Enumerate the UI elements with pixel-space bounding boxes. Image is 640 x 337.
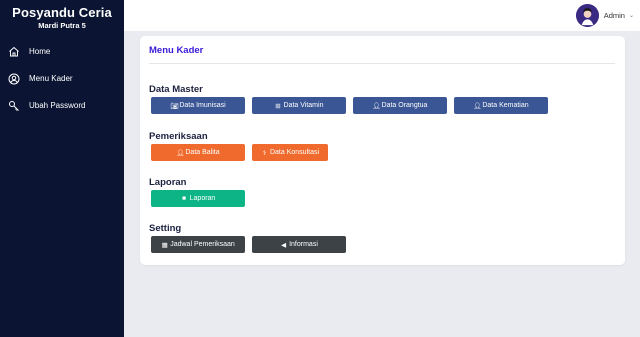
divider xyxy=(149,63,615,64)
laporan-buttons: ■ Laporan xyxy=(151,190,252,207)
home-icon xyxy=(8,46,20,58)
data-orangtua-button[interactable]: 👤︎ Data Orangtua xyxy=(353,97,447,114)
laporan-button[interactable]: ■ Laporan xyxy=(151,190,245,207)
menu-card: Menu Kader Data Master 📷︎ Data Imunisasi… xyxy=(140,36,625,265)
user-plus-icon: 👤︎ xyxy=(372,102,381,110)
sidebar-nav: Home Menu Kader Ubah Password xyxy=(0,38,124,119)
sidebar-item-label: Ubah Password xyxy=(29,101,86,110)
sidebar: Posyandu Ceria Mardi Putra 5 Home Menu K… xyxy=(0,0,124,337)
megaphone-icon: ◀ xyxy=(281,241,287,249)
avatar xyxy=(575,4,599,27)
section-title-data-master: Data Master xyxy=(149,84,203,95)
sidebar-item-label: Home xyxy=(29,47,51,56)
camera-icon: 📷︎ xyxy=(170,102,179,110)
data-konsultasi-button[interactable]: ⚕ Data Konsultasi xyxy=(252,144,328,161)
sidebar-item-label: Menu Kader xyxy=(29,74,73,83)
sidebar-item-menu-kader[interactable]: Menu Kader xyxy=(0,65,124,92)
stethoscope-icon: ⚕ xyxy=(262,149,267,157)
button-label: Laporan xyxy=(189,195,216,202)
section-title-setting: Setting xyxy=(149,223,182,234)
sidebar-item-home[interactable]: Home xyxy=(0,38,124,65)
button-label: Data Balita xyxy=(185,149,220,156)
data-master-buttons: 📷︎ Data Imunisasi ⊞ Data Vitamin 👤︎ Data… xyxy=(151,97,555,114)
topbar: Admin ⌄ xyxy=(124,0,640,31)
section-title-pemeriksaan: Pemeriksaan xyxy=(149,131,208,142)
key-icon xyxy=(8,100,20,112)
data-vitamin-button[interactable]: ⊞ Data Vitamin xyxy=(252,97,346,114)
user-icon: 👤︎ xyxy=(176,149,185,157)
user-circle-icon xyxy=(8,73,20,85)
section-title-laporan: Laporan xyxy=(149,177,187,188)
button-label: Data Imunisasi xyxy=(179,102,226,109)
jadwal-pemeriksaan-button[interactable]: ▦ Jadwal Pemeriksaan xyxy=(151,236,245,253)
brand: Posyandu Ceria Mardi Putra 5 xyxy=(0,0,124,31)
data-imunisasi-button[interactable]: 📷︎ Data Imunisasi xyxy=(151,97,245,114)
button-label: Informasi xyxy=(289,241,318,248)
setting-buttons: ▦ Jadwal Pemeriksaan ◀ Informasi xyxy=(151,236,353,253)
pemeriksaan-buttons: 👤︎ Data Balita ⚕ Data Konsultasi xyxy=(151,144,335,161)
button-label: Data Vitamin xyxy=(283,102,324,109)
sidebar-item-ubah-password[interactable]: Ubah Password xyxy=(0,92,124,119)
button-label: Data Kematian xyxy=(482,102,529,109)
button-label: Data Konsultasi xyxy=(269,149,320,156)
data-balita-button[interactable]: 👤︎ Data Balita xyxy=(151,144,245,161)
plus-square-icon: ⊞ xyxy=(275,102,281,110)
book-icon: ■ xyxy=(182,195,187,202)
button-label: Jadwal Pemeriksaan xyxy=(170,241,235,248)
brand-subtitle: Mardi Putra 5 xyxy=(38,21,86,30)
button-label: Data Orangtua xyxy=(381,102,428,109)
calendar-icon: ▦ xyxy=(161,241,168,249)
page-title: Menu Kader xyxy=(149,45,204,56)
user-menu[interactable]: Admin ⌄ xyxy=(575,4,634,27)
chevron-down-icon: ⌄ xyxy=(628,13,634,19)
user-name: Admin xyxy=(603,11,625,20)
informasi-button[interactable]: ◀ Informasi xyxy=(252,236,346,253)
brand-title: Posyandu Ceria xyxy=(12,5,112,20)
data-kematian-button[interactable]: 👤︎ Data Kematian xyxy=(454,97,548,114)
user-minus-icon: 👤︎ xyxy=(473,102,482,110)
